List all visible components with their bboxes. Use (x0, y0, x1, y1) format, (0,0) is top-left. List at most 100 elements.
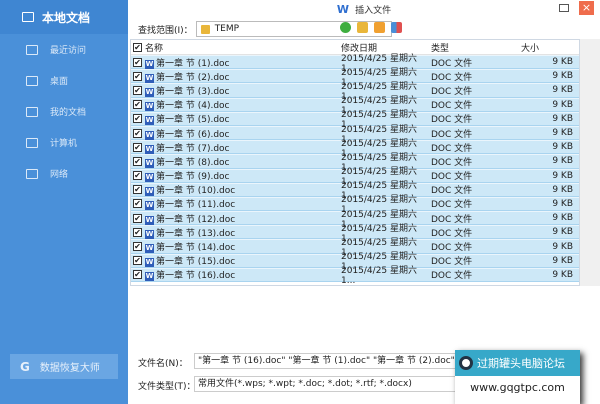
file-size: 9 KB (552, 85, 573, 96)
sidebar-item[interactable]: 我的文档 (0, 96, 128, 127)
row-checkbox[interactable]: ✔ (133, 242, 142, 252)
sidebar-item[interactable]: 最近访问 (0, 34, 128, 65)
row-checkbox[interactable]: ✔ (133, 256, 142, 266)
doc-file-icon: W (145, 87, 154, 97)
row-checkbox[interactable]: ✔ (133, 213, 142, 223)
view-menu-button[interactable] (391, 22, 402, 33)
doc-file-icon: W (145, 258, 154, 268)
doc-file-icon: W (145, 201, 154, 211)
dialog-title: 插入文件 (355, 5, 392, 16)
column-type[interactable]: 类型 (431, 41, 521, 54)
doc-file-icon: W (145, 116, 154, 126)
column-size[interactable]: 大小 (521, 41, 577, 54)
file-type: DOC 文件 (431, 72, 473, 83)
file-name: 第一章 节 (5).doc (156, 115, 230, 126)
file-type: DOC 文件 (431, 257, 473, 268)
file-name: 第一章 节 (16).doc (156, 271, 236, 282)
doc-file-icon: W (145, 173, 154, 183)
file-type: DOC 文件 (431, 172, 473, 183)
file-date: 2015/4/25 星期六 1... (341, 266, 418, 287)
doc-file-icon: W (145, 59, 154, 69)
file-name: 第一章 节 (10).doc (156, 186, 236, 197)
look-in-value: TEMP (214, 24, 240, 34)
file-size: 9 KB (552, 269, 573, 280)
row-checkbox[interactable]: ✔ (133, 71, 142, 81)
file-type: DOC 文件 (431, 214, 473, 225)
sidebar-item-label: 桌面 (50, 77, 69, 87)
folder-icon (26, 106, 38, 117)
file-size: 9 KB (552, 156, 573, 167)
back-button[interactable] (340, 22, 351, 33)
data-recovery-button[interactable]: G 数据恢复大师 (10, 354, 118, 379)
doc-file-icon: W (145, 102, 154, 112)
file-size: 9 KB (552, 170, 573, 181)
file-size: 9 KB (552, 213, 573, 224)
doc-file-icon: W (145, 215, 154, 225)
computer-icon (26, 137, 38, 148)
file-size: 9 KB (552, 198, 573, 209)
sidebar-item[interactable]: 计算机 (0, 127, 128, 158)
file-size: 9 KB (552, 71, 573, 82)
sidebar-item[interactable]: 网络 (0, 158, 128, 189)
file-type: DOC 文件 (431, 115, 473, 126)
file-type: DOC 文件 (431, 186, 473, 197)
close-button[interactable]: × (579, 1, 594, 15)
row-checkbox[interactable]: ✔ (133, 227, 142, 237)
recovery-label: 数据恢复大师 (39, 363, 100, 374)
select-all-checkbox[interactable]: ✔ (133, 42, 142, 52)
file-size: 9 KB (552, 57, 573, 68)
row-checkbox[interactable]: ✔ (133, 171, 142, 181)
file-size: 9 KB (552, 113, 573, 124)
file-size: 9 KB (552, 241, 573, 252)
maximize-button[interactable] (559, 4, 569, 12)
doc-file-icon: W (145, 229, 154, 239)
sidebar-item-label: 最近访问 (50, 46, 87, 56)
sidebar-item-label: 计算机 (50, 139, 78, 149)
column-name[interactable]: 名称 (145, 41, 341, 54)
file-name: 第一章 节 (15).doc (156, 257, 236, 268)
watermark-url: www.gqgtpc.com (470, 381, 565, 394)
row-checkbox[interactable]: ✔ (133, 199, 142, 209)
file-type: DOC 文件 (431, 86, 473, 97)
row-checkbox[interactable]: ✔ (133, 114, 142, 124)
insert-file-dialog: W插入文件 × 查找范围(I)： TEMP⌄ ✔ 名称 修改日期 类型 大小 ✔… (128, 0, 600, 404)
file-name: 第一章 节 (13).doc (156, 228, 236, 239)
sidebar-item[interactable]: 桌面 (0, 65, 128, 96)
row-checkbox[interactable]: ✔ (133, 185, 142, 195)
file-name: 第一章 节 (8).doc (156, 157, 230, 168)
row-checkbox[interactable]: ✔ (133, 142, 142, 152)
title-bar: W 插入文件 (128, 0, 600, 18)
row-checkbox[interactable]: ✔ (133, 156, 142, 166)
watermark-logo: 过期罐头电脑论坛 www.gqgtpc.com (455, 350, 580, 404)
file-size: 9 KB (552, 255, 573, 266)
file-size: 9 KB (552, 99, 573, 110)
file-type: DOC 文件 (431, 271, 473, 282)
file-list: ✔ 名称 修改日期 类型 大小 ✔ W 第一章 节 (1).doc 2015/4/… (130, 39, 580, 286)
scrollbar[interactable] (580, 39, 600, 286)
row-checkbox[interactable]: ✔ (133, 85, 142, 95)
filename-label: 文件名(N)： (138, 359, 188, 369)
file-name: 第一章 节 (11).doc (156, 200, 236, 211)
file-name: 第一章 节 (2).doc (156, 72, 230, 83)
row-checkbox[interactable]: ✔ (133, 57, 142, 67)
up-folder-button[interactable] (357, 22, 368, 33)
doc-file-icon: W (145, 244, 154, 254)
file-row[interactable]: ✔ W 第一章 节 (16).doc 2015/4/25 星期六 1... DOC… (131, 266, 579, 286)
doc-file-icon: W (145, 144, 154, 154)
doc-file-icon: W (145, 272, 154, 282)
row-checkbox[interactable]: ✔ (133, 128, 142, 138)
wps-logo-icon: W (336, 2, 350, 16)
new-folder-button[interactable] (374, 22, 385, 33)
doc-file-icon: W (145, 73, 154, 83)
file-type: DOC 文件 (431, 58, 473, 69)
file-name: 第一章 节 (14).doc (156, 243, 236, 254)
row-checkbox[interactable]: ✔ (133, 270, 142, 280)
row-checkbox[interactable]: ✔ (133, 100, 142, 110)
sidebar-header: 本地文档 (0, 0, 128, 34)
file-name: 第一章 节 (4).doc (156, 101, 230, 112)
file-type: DOC 文件 (431, 200, 473, 211)
file-name: 第一章 节 (7).doc (156, 143, 230, 154)
sidebar-item-label: 网络 (50, 170, 69, 180)
file-name: 第一章 节 (12).doc (156, 214, 236, 225)
file-type: DOC 文件 (431, 228, 473, 239)
